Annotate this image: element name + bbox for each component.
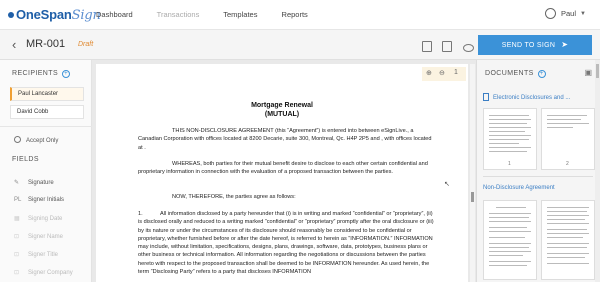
add-document-icon[interactable]: + [537, 70, 546, 78]
document-scrollbar[interactable] [470, 64, 475, 282]
document-paragraph-4: All information disclosed by a party her… [138, 211, 434, 276]
document-paragraph-2: WHEREAS, both parties for their mutual b… [138, 161, 428, 176]
zoom-in-icon[interactable]: ⊕ [426, 69, 432, 77]
document-viewer: ⊕ ⊖ 1 Mortgage Renewal (MUTUAL) THIS NON… [92, 60, 476, 282]
nav-dashboard[interactable]: Dashboard [96, 10, 133, 19]
add-recipient-icon[interactable]: + [62, 70, 71, 78]
documents-panel-title: DOCUMENTS + [485, 70, 546, 78]
left-sidebar: RECIPIENTS + Paul Lancaster David Cobb Ac… [0, 60, 92, 282]
recipient-david-cobb[interactable]: David Cobb [10, 105, 84, 119]
thumbnail-page-number: 2 [566, 161, 569, 167]
document-page[interactable]: ⊕ ⊖ 1 Mortgage Renewal (MUTUAL) THIS NON… [96, 64, 468, 282]
nav-links: Dashboard Transactions Templates Reports [96, 10, 330, 19]
document-paragraph-1: THIS NON-DISCLOSURE AGREEMENT (this “Agr… [138, 128, 432, 151]
initials-icon: PL [14, 197, 22, 203]
page-thumbnail[interactable] [483, 200, 537, 280]
user-avatar-icon[interactable] [545, 8, 556, 19]
field-signer-title[interactable]: ⊡ Signer Title [14, 251, 58, 258]
recipients-section-title: RECIPIENTS + [12, 70, 71, 78]
scrollbar-thumb[interactable] [596, 64, 599, 78]
top-navigation: OneSpanSign Dashboard Transactions Templ… [0, 0, 600, 30]
fields-section-title: FIELDS [12, 156, 39, 163]
company-field-icon: ⊡ [14, 270, 20, 276]
thumbnail-page-number: 1 [508, 161, 511, 167]
document-subtitle: (MUTUAL) [264, 111, 300, 118]
accept-only-radio-icon[interactable] [14, 136, 21, 143]
field-signer-name[interactable]: ⊡ Signer Name [14, 233, 63, 240]
document-non-disclosure-agreement[interactable]: Non-Disclosure Agreement [483, 185, 555, 191]
user-menu[interactable]: Paul [561, 9, 576, 18]
page-thumbnail[interactable]: 1 [483, 108, 537, 170]
document-settings-icon[interactable] [422, 41, 432, 52]
document-electronic-disclosures[interactable]: Electronic Disclosures and ... [483, 93, 570, 101]
calendar-icon: ▦ [14, 216, 20, 222]
documents-scrollbar[interactable] [595, 60, 600, 282]
chevron-down-icon[interactable]: ▼ [580, 11, 586, 17]
field-signer-initials[interactable]: PL Signer Initials [14, 197, 64, 203]
document-title: Mortgage Renewal [251, 102, 313, 109]
divider [483, 176, 593, 177]
name-field-icon: ⊡ [14, 234, 20, 240]
title-field-icon: ⊡ [14, 252, 20, 258]
file-icon [483, 93, 489, 101]
field-signing-date[interactable]: ▦ Signing Date [14, 215, 62, 222]
divider [0, 126, 92, 127]
preview-eye-icon[interactable] [462, 44, 474, 52]
mouse-cursor-icon: ↖ [444, 181, 450, 188]
transaction-title: MR-001 [26, 38, 66, 50]
scrollbar-thumb[interactable] [471, 192, 474, 202]
document-copy-icon[interactable] [442, 41, 453, 52]
nav-templates[interactable]: Templates [223, 10, 257, 19]
field-signature[interactable]: ✎ Signature [14, 179, 54, 186]
document-paragraph-3: NOW, THEREFORE, the parties agree as fol… [172, 194, 296, 200]
zoom-toolbar: ⊕ ⊖ 1 [422, 67, 466, 81]
recipient-paul-lancaster[interactable]: Paul Lancaster [10, 87, 84, 101]
logo-mark-icon [8, 12, 14, 18]
field-signer-company[interactable]: ⊡ Signer Company [14, 269, 73, 276]
paper-plane-icon: ➤ [561, 40, 569, 49]
page-thumbnail[interactable] [541, 200, 595, 280]
back-button[interactable]: ‹ [12, 37, 16, 52]
transaction-header: ‹ MR-001 Draft SEND TO SIGN ➤ [0, 30, 600, 60]
accept-only-toggle[interactable]: Accept Only [14, 136, 58, 144]
header-icon-group [422, 39, 480, 57]
zoom-out-icon[interactable]: ⊖ [439, 69, 445, 77]
page-thumbnail[interactable]: 2 [541, 108, 595, 170]
status-badge: Draft [78, 41, 94, 48]
collapse-panel-icon[interactable]: ▣ [584, 68, 592, 77]
logo[interactable]: OneSpanSign [8, 7, 101, 23]
send-to-sign-button[interactable]: SEND TO SIGN ➤ [478, 35, 592, 55]
pen-icon: ✎ [14, 180, 20, 186]
nav-transactions[interactable]: Transactions [157, 10, 200, 19]
documents-panel: DOCUMENTS + ▣ Electronic Disclosures and … [476, 60, 600, 282]
page-number: 1 [454, 69, 458, 76]
nav-reports[interactable]: Reports [282, 10, 308, 19]
